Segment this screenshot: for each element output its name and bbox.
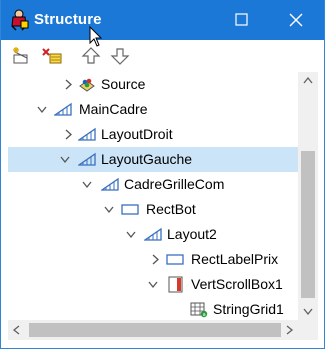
chevron-down-icon[interactable]	[36, 103, 48, 116]
move-down-button[interactable]	[109, 46, 131, 66]
arrow-down-icon[interactable]	[298, 303, 318, 320]
layout-icon	[101, 177, 119, 191]
new-item-button[interactable]	[11, 46, 33, 66]
tree-item-cadregrillecom[interactable]: CadreGrilleCom	[8, 172, 298, 197]
horizontal-scroll-thumb[interactable]	[29, 323, 281, 337]
vertical-scroll-thumb[interactable]	[301, 151, 315, 298]
arrow-left-icon[interactable]	[8, 320, 25, 340]
chevron-right-icon[interactable]	[62, 128, 74, 141]
chevron-right-icon[interactable]	[149, 253, 161, 266]
layout-icon	[144, 227, 162, 241]
tree-item-label: LayoutDroit	[101, 126, 173, 142]
vertical-scrollbar[interactable]	[298, 72, 318, 320]
layout-icon	[54, 102, 72, 116]
new-item-icon	[13, 47, 28, 64]
chevron-down-icon[interactable]	[59, 153, 71, 166]
arrow-right-icon[interactable]	[281, 320, 298, 340]
move-down-icon	[110, 48, 130, 65]
tree-item-label: Layout2	[167, 226, 217, 242]
scrollbox-icon	[168, 276, 183, 293]
scrollbar-corner	[298, 320, 318, 340]
tree-item-maincadre[interactable]: MainCadre	[8, 97, 298, 122]
tree-item-label: MainCadre	[79, 101, 148, 117]
layout-icon	[78, 152, 96, 166]
structure-tree[interactable]: Source MainCadre LayoutDroit LayoutGauch…	[8, 72, 298, 320]
move-up-button[interactable]	[80, 46, 102, 66]
tree-item-label: LayoutGauche	[101, 151, 193, 167]
arrow-up-icon[interactable]	[298, 72, 318, 89]
tree-item-stringgrid1[interactable]: a StringGrid1	[8, 297, 298, 320]
string-grid-icon: a	[190, 302, 208, 318]
rectangle-icon	[166, 254, 184, 265]
tree-item-layoutgauche[interactable]: LayoutGauche	[8, 147, 298, 172]
tree-item-rectlabelprix[interactable]: RectLabelPrix	[8, 247, 298, 272]
source-icon	[79, 78, 95, 92]
chevron-down-icon[interactable]	[125, 228, 137, 241]
layout-icon	[78, 127, 96, 141]
tree-item-rectbot[interactable]: RectBot	[8, 197, 298, 222]
tree-item-vertscrollbox1[interactable]: VertScrollBox1	[8, 272, 298, 297]
rectangle-icon	[121, 204, 139, 215]
tree-item-label: CadreGrilleCom	[124, 176, 225, 192]
tree-item-layoutdroit[interactable]: LayoutDroit	[8, 122, 298, 147]
tree-item-label: RectLabelPrix	[191, 251, 279, 267]
tree-item-label: Source	[101, 76, 146, 92]
tree-item-label: StringGrid1	[213, 301, 284, 317]
close-button[interactable]	[273, 0, 319, 40]
tree-item-layout2[interactable]: Layout2	[8, 222, 298, 247]
tree-item-label: RectBot	[146, 201, 196, 217]
tree-item-label: VertScrollBox1	[191, 276, 283, 292]
chevron-right-icon[interactable]	[62, 78, 74, 91]
toolbar	[1, 40, 324, 72]
delete-item-icon	[42, 48, 62, 64]
chevron-down-icon[interactable]	[81, 178, 93, 191]
horizontal-scrollbar[interactable]	[8, 320, 298, 340]
svg-text:a: a	[203, 312, 206, 318]
move-up-icon	[81, 47, 101, 64]
person-palette-icon	[11, 9, 29, 31]
close-icon	[289, 13, 303, 27]
title-bar[interactable]: Structure	[1, 0, 324, 47]
structure-window: Structure Source MainCadre LayoutDroit L…	[0, 0, 325, 349]
tree-item-source[interactable]: Source	[8, 72, 298, 97]
chevron-down-icon[interactable]	[147, 278, 159, 291]
chevron-down-icon[interactable]	[103, 203, 115, 216]
delete-item-button[interactable]	[41, 46, 63, 66]
mouse-cursor-icon	[89, 26, 103, 47]
maximize-button[interactable]	[218, 0, 264, 40]
maximize-icon	[235, 13, 248, 26]
